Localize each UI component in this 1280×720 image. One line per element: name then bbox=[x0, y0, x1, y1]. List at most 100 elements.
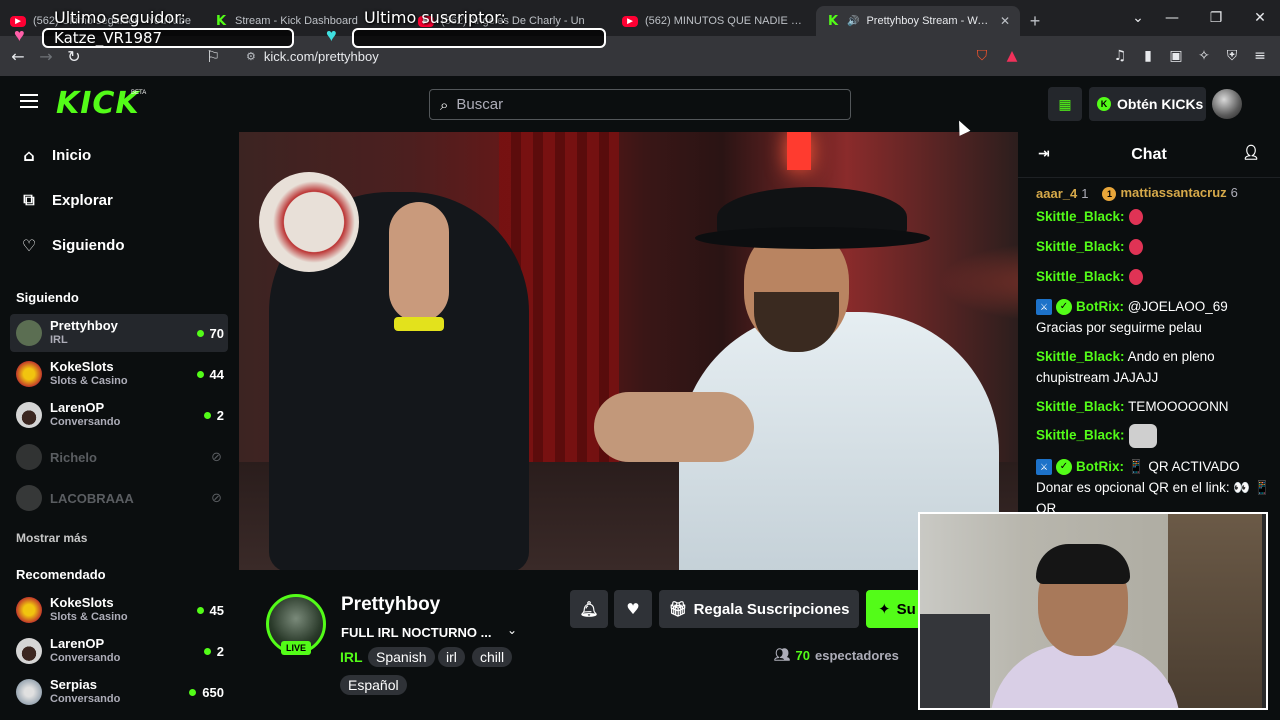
new-tab-button[interactable]: + bbox=[1020, 6, 1050, 36]
gift-subs-button[interactable]: 🎁︎ Regala Suscripciones bbox=[659, 590, 859, 628]
channel-item-prettyhboy[interactable]: Prettyhboy IRL 70 bbox=[10, 314, 228, 352]
vpn-icon[interactable]: ⛨ bbox=[1220, 44, 1244, 68]
channel-avatar bbox=[16, 320, 42, 346]
chat-username[interactable]: Skittle_Black: bbox=[1036, 349, 1125, 364]
chat-message: ⚔ ✓ BotRix: @JOELAOO_69 Gracias por seguir… bbox=[1036, 296, 1272, 338]
brave-shields-icon[interactable]: ⛉ bbox=[970, 44, 994, 68]
chat-username[interactable]: Skittle_Black: bbox=[1036, 239, 1125, 254]
dashboard-icon[interactable]: ▦ bbox=[1048, 87, 1082, 121]
recommended-item-larenop[interactable]: LarenOP Conversando 2 bbox=[10, 632, 228, 670]
channel-item-lacobraaa[interactable]: LACOBRAAA ⊘ bbox=[10, 479, 228, 517]
recommended-item-kokeslots[interactable]: KokeSlots Slots & Casino 45 bbox=[10, 591, 228, 629]
chat-username[interactable]: Skittle_Black: bbox=[1036, 209, 1125, 224]
minimize-button[interactable]: — bbox=[1150, 0, 1194, 36]
tag-chip[interactable]: Español bbox=[340, 675, 407, 695]
channel-item-kokeslots[interactable]: KokeSlots Slots & Casino 44 bbox=[10, 355, 228, 393]
gifter-item[interactable]: aaar_4 1 bbox=[1036, 186, 1088, 201]
tag-chip[interactable]: chill bbox=[472, 647, 513, 667]
emote-icon bbox=[1128, 239, 1143, 256]
chat-message: ⚔ ✓ BotRix: 📱 QR ACTIVADO Donar es opciona… bbox=[1036, 456, 1272, 519]
search-box[interactable]: ⌕ bbox=[429, 89, 851, 120]
recommended-item-serpias[interactable]: Serpias Conversando 650 bbox=[10, 673, 228, 711]
tab-title: (562) MINUTOS QUE NADIE POD bbox=[645, 15, 806, 27]
channel-name: Serpias bbox=[50, 677, 97, 692]
close-window-button[interactable]: ✕ bbox=[1238, 0, 1280, 36]
youtube-icon: ▶ bbox=[622, 15, 638, 27]
verified-badge-icon: ✓ bbox=[1056, 459, 1072, 476]
subscribe-button[interactable]: ✦ Su bbox=[866, 590, 926, 628]
chat-users-icon[interactable]: 👤︎ bbox=[1242, 145, 1260, 161]
webcam-overlay bbox=[918, 512, 1268, 710]
gifter-item[interactable]: 1 mattiassantacruz 6 bbox=[1102, 185, 1238, 201]
users-icon: 👥︎ bbox=[774, 648, 791, 663]
url-text: kick.com/prettyhboy bbox=[263, 48, 379, 64]
menu-icon[interactable]: ≡ bbox=[1248, 44, 1272, 68]
tag-chip[interactable]: irl bbox=[438, 647, 465, 667]
viewer-count: 45 bbox=[209, 602, 224, 618]
nav-explore-label: Explorar bbox=[52, 191, 113, 209]
channel-avatar bbox=[16, 679, 42, 705]
channel-avatar bbox=[16, 402, 42, 428]
last-follower-value: Katze_VR1987 bbox=[42, 28, 294, 48]
offline-icon: ⊘ bbox=[211, 490, 222, 506]
chat-message: Skittle_Black: bbox=[1036, 424, 1272, 448]
chat-username[interactable]: BotRix: bbox=[1076, 459, 1124, 474]
viewer-counter: 👥︎ 70 espectadores bbox=[774, 648, 899, 663]
browser-tab[interactable]: ▶ (562) MINUTOS QUE NADIE POD bbox=[612, 6, 816, 36]
get-kicks-button[interactable]: K Obtén KICKs bbox=[1089, 87, 1206, 121]
brave-rewards-icon[interactable]: ▲ bbox=[1000, 44, 1024, 68]
wallet-icon[interactable]: ▣ bbox=[1164, 44, 1188, 68]
gifter-count: 1 bbox=[1081, 185, 1089, 201]
channel-item-richelo[interactable]: Richelo ⊘ bbox=[10, 438, 228, 476]
hamburger-menu-icon[interactable] bbox=[20, 94, 38, 108]
emote-icon bbox=[1128, 269, 1143, 286]
chat-username[interactable]: BotRix: bbox=[1076, 299, 1124, 314]
nav-home[interactable]: ⌂ Inicio bbox=[20, 143, 91, 167]
chat-username[interactable]: Skittle_Black: bbox=[1036, 269, 1125, 284]
stream-title: FULL IRL NOCTURNO ... bbox=[341, 625, 492, 640]
leo-icon[interactable]: ✧ bbox=[1192, 44, 1216, 68]
get-kicks-label: Obtén KICKs bbox=[1117, 96, 1204, 112]
tag-chip[interactable]: Spanish bbox=[368, 647, 435, 667]
bell-icon: 🔔︎ bbox=[579, 600, 599, 618]
kick-icon: K bbox=[215, 13, 227, 29]
maximize-button[interactable]: ❐ bbox=[1194, 0, 1238, 36]
user-avatar[interactable] bbox=[1212, 89, 1242, 119]
chat-username[interactable]: Skittle_Black: bbox=[1036, 428, 1125, 443]
top-gifters-bar: aaar_4 1 1 mattiassantacruz 6 bbox=[1018, 182, 1280, 204]
streamer-name[interactable]: Prettyhboy bbox=[341, 594, 440, 616]
channel-item-larenop[interactable]: LarenOP Conversando 2 bbox=[10, 396, 228, 434]
stream-category-link[interactable]: IRL bbox=[340, 649, 363, 665]
sidebar-icon[interactable]: ▮ bbox=[1136, 44, 1160, 68]
kick-logo[interactable]: KICK bbox=[56, 86, 140, 121]
channel-category: IRL bbox=[50, 334, 68, 346]
nav-explore[interactable]: ⧉ Explorar bbox=[20, 188, 113, 212]
search-input[interactable] bbox=[456, 96, 837, 113]
live-dot-icon bbox=[196, 370, 204, 378]
gift-coin-icon: 1 bbox=[1102, 186, 1117, 201]
channel-avatar bbox=[16, 638, 42, 664]
show-more-link[interactable]: Mostrar más bbox=[16, 531, 87, 545]
verified-badge-icon: ✓ bbox=[1056, 299, 1072, 316]
chat-username[interactable]: Skittle_Black: bbox=[1036, 399, 1125, 414]
chevron-down-icon[interactable]: ⌄ bbox=[507, 623, 517, 637]
viewer-count: 70 bbox=[209, 325, 224, 341]
collapse-chat-icon[interactable]: ⇥ bbox=[1038, 146, 1050, 162]
back-button[interactable]: ← bbox=[4, 42, 32, 70]
last-follower-overlay: Ultimo seguidor: bbox=[54, 8, 186, 27]
search-icon: ⌕ bbox=[440, 95, 449, 114]
left-sidebar: ⌂ Inicio ⧉ Explorar ♡ Siguiendo Siguiend… bbox=[0, 132, 238, 720]
nav-following[interactable]: ♡ Siguiendo bbox=[20, 233, 125, 257]
beta-badge: BETA bbox=[131, 90, 147, 96]
close-tab-icon[interactable]: ✕ bbox=[1000, 14, 1010, 28]
chat-message: Skittle_Black: Ando en pleno chupistream… bbox=[1036, 346, 1272, 388]
last-subscriber-value bbox=[352, 28, 606, 48]
music-icon[interactable]: ♫ bbox=[1108, 44, 1132, 68]
live-dot-icon bbox=[196, 329, 204, 337]
video-player[interactable] bbox=[239, 132, 1018, 570]
scrollbar[interactable] bbox=[1262, 514, 1266, 708]
site-info-icon[interactable]: ⚙ bbox=[246, 50, 256, 63]
notifications-button[interactable]: 🔔︎ bbox=[570, 590, 608, 628]
browser-tab-active[interactable]: K 🔊 Prettyhboy Stream - Watch ✕ bbox=[816, 6, 1020, 36]
follow-button[interactable]: ♥ bbox=[614, 590, 652, 628]
